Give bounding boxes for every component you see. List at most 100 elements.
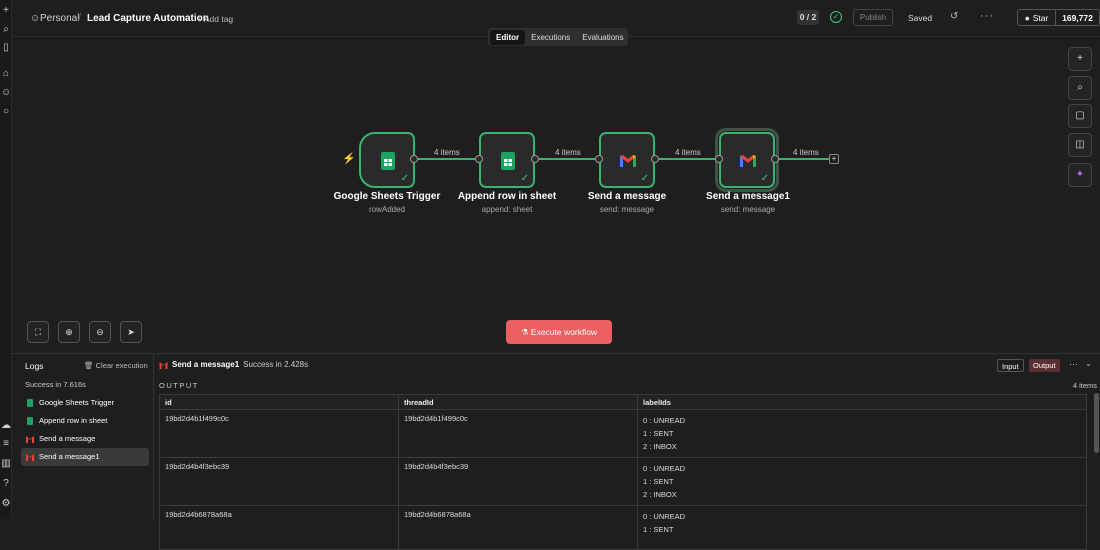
- column-header[interactable]: labelIds: [637, 394, 1087, 410]
- success-check-icon: ✓: [640, 173, 649, 184]
- add-next-node-icon[interactable]: +: [829, 154, 839, 164]
- output-port[interactable]: [771, 155, 779, 163]
- saved-status: Saved: [908, 13, 933, 23]
- logs-summary: Success in 7.616s: [25, 380, 86, 389]
- github-icon: ●: [1024, 12, 1030, 23]
- log-item-label: Send a message1: [39, 452, 100, 461]
- github-star-button[interactable]: ● Star 169,772: [1017, 9, 1100, 26]
- output-port[interactable]: [651, 155, 659, 163]
- output-port[interactable]: [410, 155, 418, 163]
- tab-editor[interactable]: Editor: [490, 29, 526, 45]
- node-subtitle: send: message: [599, 205, 655, 214]
- cloud-icon[interactable]: ☁: [0, 420, 12, 432]
- output-node-name: Send a message1: [172, 360, 240, 369]
- gmail-icon: [620, 155, 636, 167]
- node-title: Google Sheets Trigger: [333, 191, 441, 202]
- search-nodes-button[interactable]: ⌕: [1068, 76, 1092, 100]
- input-port[interactable]: [595, 155, 603, 163]
- trash-icon: 🗑: [84, 361, 94, 370]
- input-toggle-button[interactable]: Input: [997, 359, 1024, 372]
- chat-icon[interactable]: ○: [0, 106, 12, 118]
- table-cell: 19bd2d4b1f499c0c: [398, 409, 638, 458]
- tab-evaluations[interactable]: Evaluations: [576, 30, 629, 45]
- log-item[interactable]: Google Sheets Trigger: [21, 394, 149, 412]
- input-port[interactable]: [475, 155, 483, 163]
- workflow-title[interactable]: Lead Capture Automation: [87, 13, 209, 24]
- chevron-down-icon[interactable]: ⌄: [1085, 359, 1092, 368]
- zoom-out-button[interactable]: ⊖: [89, 321, 111, 343]
- user-icon[interactable]: ☺: [0, 87, 12, 99]
- ai-assistant-button[interactable]: ✦: [1068, 163, 1092, 187]
- history-icon[interactable]: ↺: [950, 11, 958, 22]
- connection-line: [775, 158, 830, 160]
- add-icon[interactable]: +: [0, 5, 12, 17]
- tab-executions[interactable]: Executions: [525, 30, 576, 45]
- fit-view-button[interactable]: ⛶: [27, 321, 49, 343]
- column-header[interactable]: id: [159, 394, 399, 410]
- success-check-icon: ✓: [760, 173, 769, 184]
- label-entry: 0 : UNREAD: [643, 512, 686, 521]
- google-sheets-icon: [381, 152, 395, 170]
- connection-label: 4 items: [434, 148, 460, 157]
- output-toggle-button[interactable]: Output: [1029, 359, 1060, 372]
- output-scrollbar[interactable]: [1094, 393, 1099, 453]
- output-port[interactable]: [531, 155, 539, 163]
- help-icon[interactable]: ?: [0, 478, 12, 490]
- sticky-note-button[interactable]: ▢: [1068, 104, 1092, 128]
- connection-line: [655, 158, 718, 160]
- table-cell: 0 : UNREAD 1 : SENT 2 : INBOX: [637, 457, 1087, 506]
- table-row: 19bd2d4b4f3ebc39 19bd2d4b4f3ebc39 0 : UN…: [159, 457, 1087, 506]
- table-cell: 0 : UNREAD 1 : SENT: [637, 505, 1087, 550]
- execute-workflow-button[interactable]: ⚗ Execute workflow: [506, 320, 612, 344]
- google-sheets-icon: [27, 399, 33, 407]
- input-port[interactable]: [715, 155, 723, 163]
- google-sheets-icon: [27, 417, 33, 425]
- add-node-button[interactable]: +: [1068, 47, 1092, 71]
- log-item[interactable]: Append row in sheet: [21, 412, 149, 430]
- node-send-message1[interactable]: ✓: [715, 128, 779, 192]
- publish-button[interactable]: Publish: [853, 9, 893, 26]
- node-title: Send a message: [587, 191, 667, 202]
- pointer-tool-button[interactable]: ➤: [120, 321, 142, 343]
- log-item-label: Google Sheets Trigger: [39, 398, 115, 407]
- check-circle-icon: ✓: [830, 11, 842, 23]
- log-item-selected[interactable]: Send a message1: [21, 448, 149, 466]
- database-icon[interactable]: ≡: [0, 438, 12, 450]
- output-panel: Send a message1 Success in 2.428s Input …: [154, 354, 1100, 550]
- connection-label: 4 items: [793, 148, 819, 157]
- output-table: id threadId labelIds 19bd2d4b1f499c0c 19…: [159, 394, 1087, 550]
- breadcrumb-separator: /: [78, 12, 82, 24]
- node-google-sheets-trigger[interactable]: ✓: [359, 132, 415, 188]
- node-send-message[interactable]: ✓: [599, 132, 655, 188]
- clear-execution-button[interactable]: 🗑 Clear execution: [84, 361, 148, 370]
- panel-icon[interactable]: ▯: [0, 42, 12, 54]
- more-icon[interactable]: ···: [980, 10, 994, 22]
- connection-label: 4 items: [555, 148, 581, 157]
- node-subtitle: send: message: [720, 205, 776, 214]
- node-subtitle: append: sheet: [481, 205, 533, 214]
- table-cell: 19bd2d4b6878a68a: [159, 505, 399, 550]
- label-entry: 1 : SENT: [643, 429, 674, 438]
- breadcrumb-project[interactable]: Personal: [40, 13, 79, 24]
- connection-label: 4 items: [675, 148, 701, 157]
- zoom-in-button[interactable]: ⊕: [58, 321, 80, 343]
- logs-panel: Logs 🗑 Clear execution Success in 7.616s…: [12, 354, 154, 519]
- trigger-bolt-icon: ⚡: [342, 153, 356, 165]
- column-header[interactable]: threadId: [398, 394, 638, 410]
- search-icon[interactable]: ⌕: [0, 24, 12, 36]
- progress-badge[interactable]: 0 / 2: [797, 10, 819, 25]
- bottom-panel: Logs 🗑 Clear execution Success in 7.616s…: [12, 353, 1100, 550]
- github-star-count: 169,772: [1062, 12, 1093, 23]
- chart-icon[interactable]: ▥: [0, 458, 12, 470]
- view-tabs: Editor Executions Evaluations: [488, 28, 628, 46]
- label-entry: 2 : INBOX: [643, 442, 677, 451]
- settings-icon[interactable]: ⚙: [0, 498, 12, 510]
- log-item[interactable]: Send a message: [21, 430, 149, 448]
- side-panel-button[interactable]: ◫: [1068, 133, 1092, 157]
- node-append-row[interactable]: ✓: [479, 132, 535, 188]
- more-icon[interactable]: ···: [1069, 359, 1078, 369]
- table-cell: 19bd2d4b6878a68a: [398, 505, 638, 550]
- add-tag-button[interactable]: + Add tag: [197, 14, 233, 24]
- home-icon[interactable]: ⌂: [0, 68, 12, 80]
- table-cell: 19bd2d4b4f3ebc39: [159, 457, 399, 506]
